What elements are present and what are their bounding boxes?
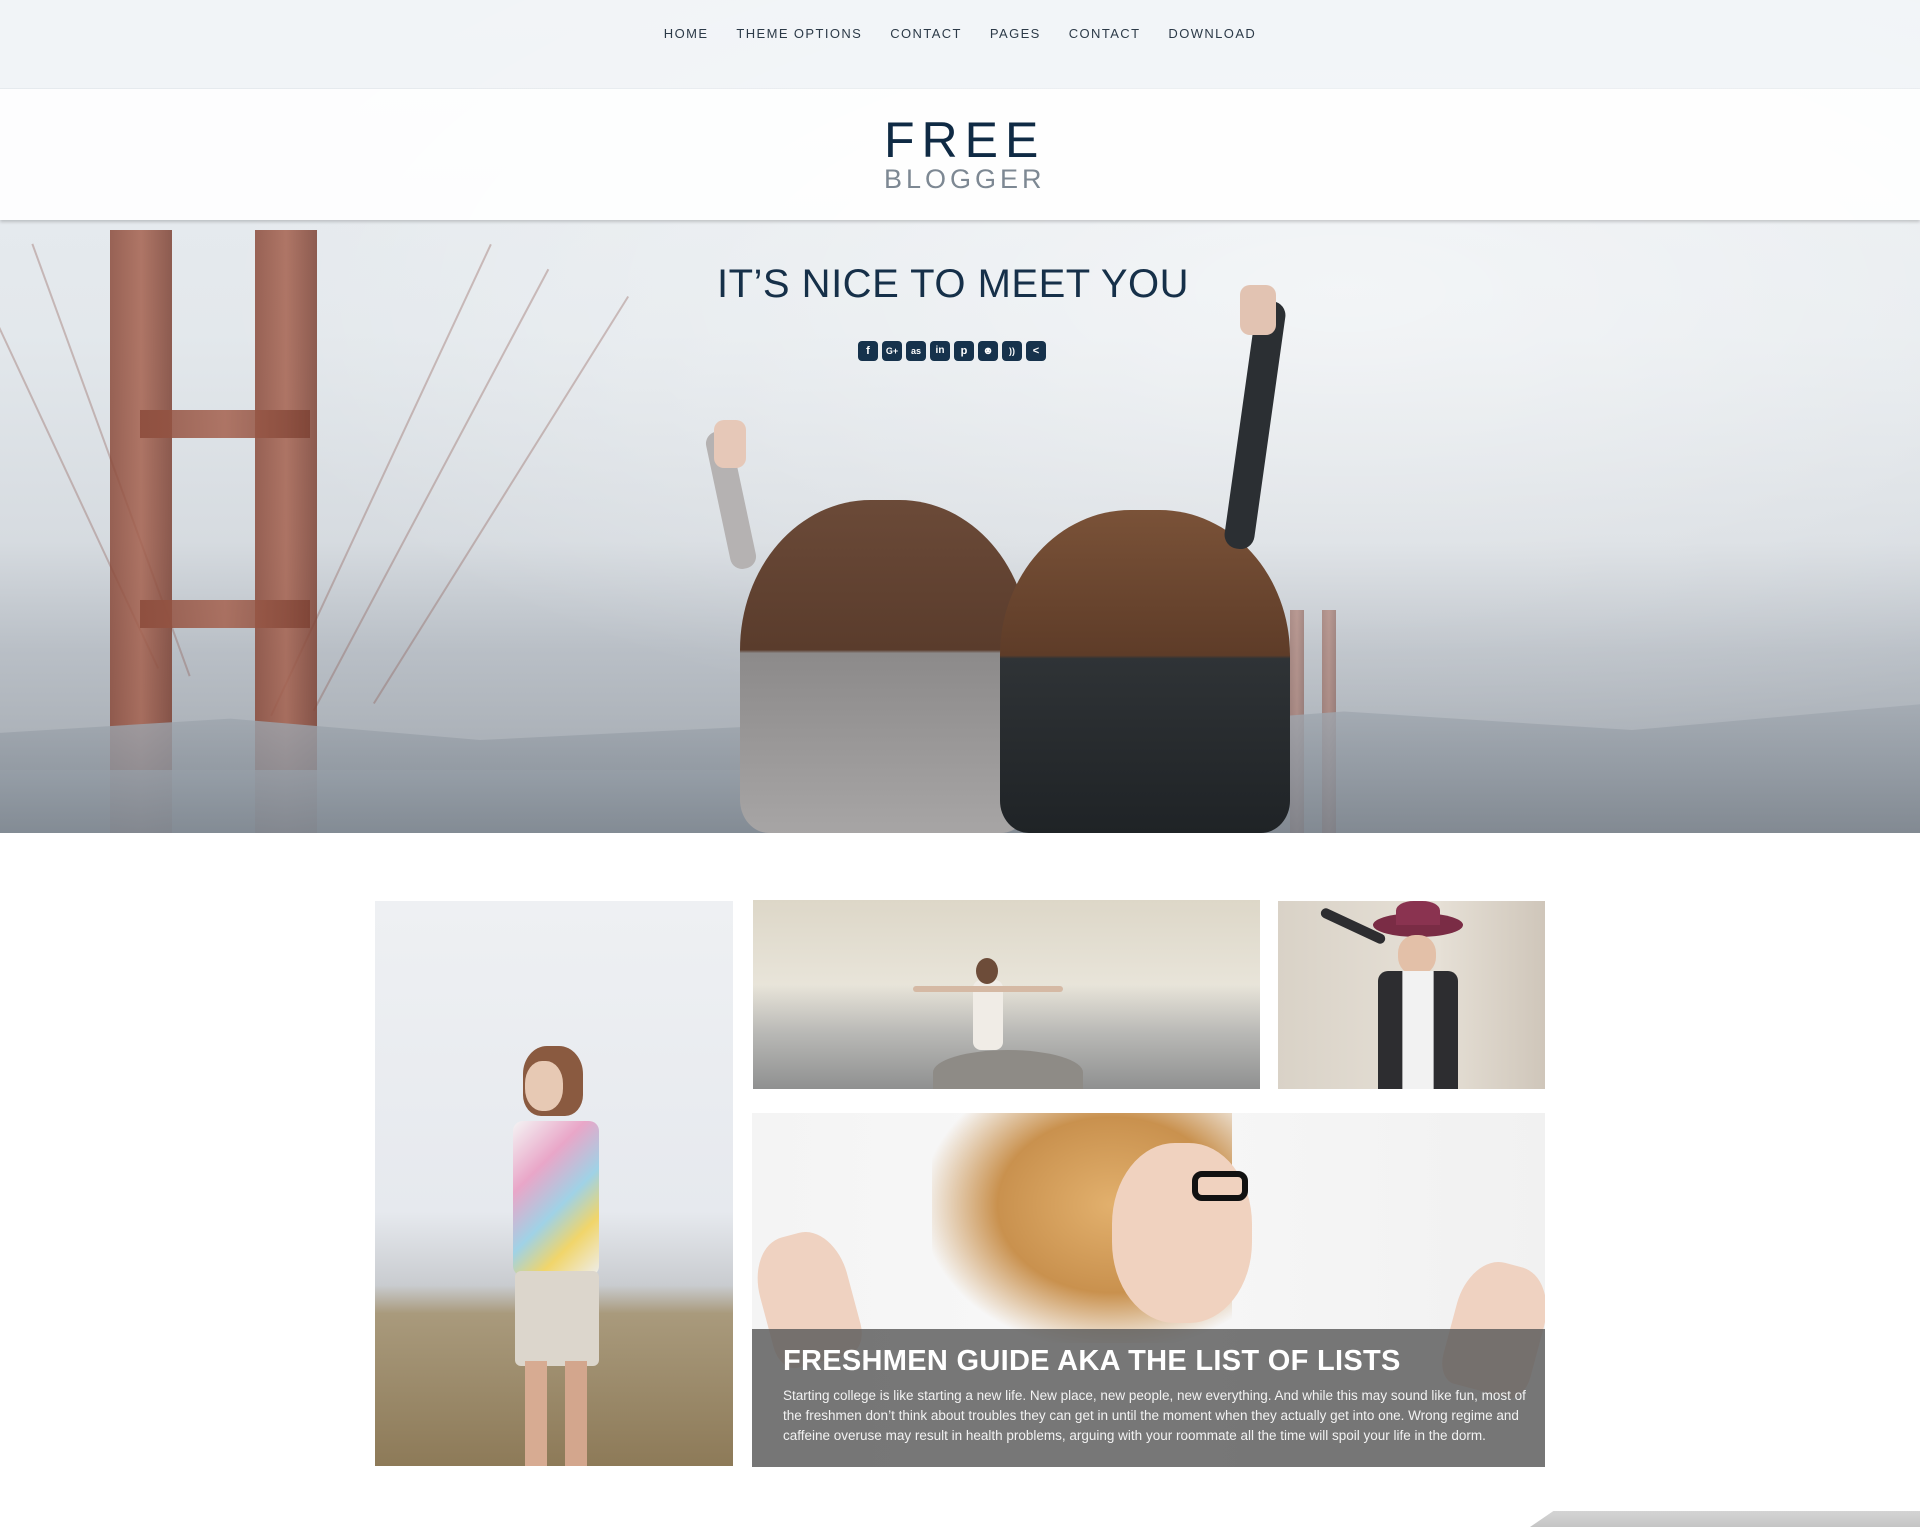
- figure-face: [525, 1061, 563, 1111]
- linkedin-icon[interactable]: in: [930, 341, 950, 361]
- facebook-icon[interactable]: f: [858, 341, 878, 361]
- figure-rock: [933, 1050, 1083, 1089]
- bridge-tower-beam: [140, 410, 310, 438]
- gallery-tile-woman-field[interactable]: [375, 901, 733, 1466]
- logo-line-2: BLOGGER: [884, 164, 1046, 194]
- figure-hat-crown: [1396, 901, 1440, 925]
- figure-top: [513, 1121, 599, 1276]
- pinterest-icon[interactable]: p: [954, 341, 974, 361]
- figure-arms: [913, 986, 1063, 992]
- nav-contact[interactable]: CONTACT: [890, 26, 962, 41]
- rss-icon[interactable]: )): [1002, 341, 1022, 361]
- reddit-icon[interactable]: ☻: [978, 341, 998, 361]
- figure-face: [1112, 1143, 1252, 1323]
- share-icon[interactable]: <: [1026, 341, 1046, 361]
- featured-caption: FRESHMEN GUIDE AKA THE LIST OF LISTS Sta…: [752, 1329, 1545, 1467]
- nav-contact-2[interactable]: CONTACT: [1069, 26, 1141, 41]
- figure-leg: [565, 1361, 587, 1466]
- top-navigation: HOME THEME OPTIONS CONTACT PAGES CONTACT…: [0, 0, 1920, 88]
- person-right: [1000, 510, 1290, 833]
- nav-theme-options[interactable]: THEME OPTIONS: [736, 26, 862, 41]
- peace-hand: [714, 420, 746, 468]
- figure-shorts: [515, 1271, 599, 1366]
- featured-post-excerpt: Starting college is like starting a new …: [783, 1388, 1526, 1443]
- featured-post-title[interactable]: FRESHMEN GUIDE AKA THE LIST OF LISTS: [783, 1344, 1533, 1378]
- logo-line-1: FREE: [884, 112, 1046, 168]
- gallery-tile-hat[interactable]: [1278, 901, 1545, 1089]
- site-logo[interactable]: FREE BLOGGER: [884, 115, 1046, 193]
- nav-pages[interactable]: PAGES: [990, 26, 1041, 41]
- footer-corner-decoration: [1530, 1511, 1920, 1527]
- logo-bar: FREE BLOGGER: [0, 89, 1920, 220]
- figure-face: [1398, 935, 1436, 975]
- person-left: [740, 500, 1030, 833]
- figure-leg: [525, 1361, 547, 1466]
- nav-download[interactable]: DOWNLOAD: [1168, 26, 1256, 41]
- figure-glasses: [1192, 1171, 1248, 1201]
- bridge-tower-beam: [140, 600, 310, 628]
- gallery-tile-yoga[interactable]: [753, 900, 1260, 1089]
- gallery-tile-featured[interactable]: FRESHMEN GUIDE AKA THE LIST OF LISTS Sta…: [752, 1113, 1545, 1467]
- hero-title: IT’S NICE TO MEET YOU: [716, 262, 1190, 306]
- google-plus-icon[interactable]: G+: [882, 341, 902, 361]
- social-icons: f G+ as in p ☻ )) <: [858, 341, 1046, 361]
- figure-head: [976, 958, 998, 984]
- nav-home[interactable]: HOME: [664, 26, 709, 41]
- figure-jacket: [1378, 971, 1458, 1089]
- lastfm-icon[interactable]: as: [906, 341, 926, 361]
